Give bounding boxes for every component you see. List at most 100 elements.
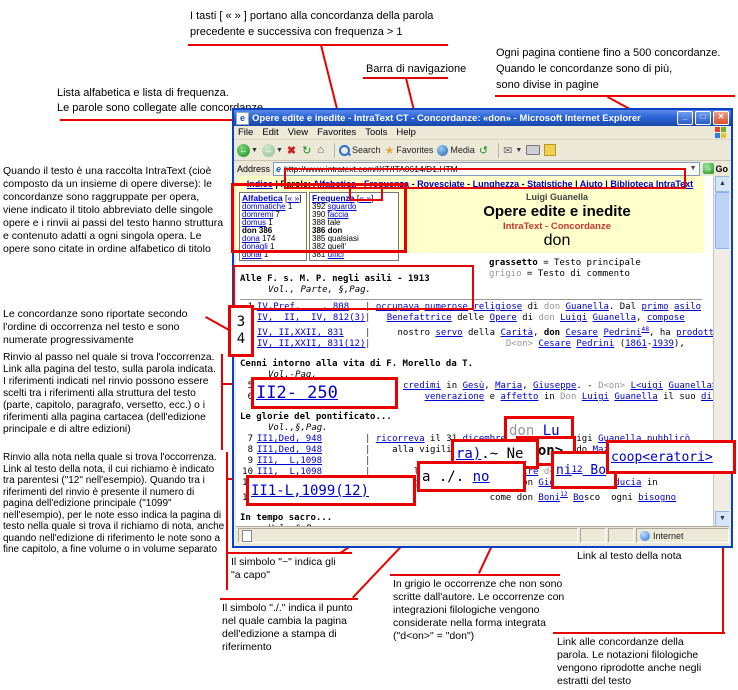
text-run: di	[522, 302, 544, 312]
vertical-scrollbar[interactable]: ▲ ▼	[713, 176, 729, 527]
search-button[interactable]: Search	[339, 145, 381, 156]
scrollbar-thumb[interactable]	[715, 192, 729, 249]
text-link[interactable]: ricorreva	[376, 434, 425, 444]
annotation-line	[220, 598, 358, 600]
text-run: ,	[522, 381, 533, 391]
minimize-button[interactable]: _	[677, 111, 693, 125]
context-text: nostro servo della Carità, don Cesare Pe…	[376, 328, 720, 338]
text-link[interactable]: Boni	[538, 493, 560, 503]
passage-reference-link[interactable]: II1,Ded, 948	[257, 445, 365, 456]
text-link[interactable]: 1939	[652, 339, 674, 349]
close-button[interactable]: ✕	[713, 111, 729, 125]
menu-edit[interactable]: Edit	[262, 127, 278, 138]
concordance-subtitle: IntraText - Concordanze	[412, 221, 702, 232]
text-link[interactable]: Opere	[490, 313, 517, 323]
text-run: D<on>	[598, 381, 625, 391]
text-link[interactable]: religiose	[473, 302, 522, 312]
separator: |	[365, 313, 376, 323]
text-link[interactable]: venerazione	[425, 392, 485, 402]
address-dropdown-icon[interactable]: ▼	[690, 165, 697, 172]
text-run: ,	[533, 328, 544, 338]
scroll-down-icon[interactable]: ▼	[715, 511, 729, 527]
text-run	[376, 339, 506, 349]
passage-reference-link[interactable]: IV, II, IV, 812(3)	[257, 313, 365, 324]
text-run: il suo	[658, 392, 701, 402]
text-link[interactable]: 12	[560, 491, 568, 498]
passage-reference-link[interactable]: IV, II,XXII, 831	[257, 328, 365, 339]
text-run: delle	[452, 313, 490, 323]
menu-view[interactable]: View	[288, 127, 308, 138]
text-link[interactable]: Cesare	[566, 328, 599, 338]
menu-tools[interactable]: Tools	[365, 127, 387, 138]
context-text: Benefattrice delle Opere di don Luigi Gu…	[376, 313, 685, 323]
toolbar-separator	[334, 143, 335, 158]
print-button[interactable]	[526, 145, 540, 155]
refresh-button[interactable]: ↻	[302, 144, 313, 157]
forward-icon: →	[262, 144, 275, 157]
scroll-up-icon[interactable]: ▲	[715, 176, 729, 192]
maximize-button[interactable]: □	[695, 111, 711, 125]
home-icon: ⌂	[317, 144, 324, 156]
text-link[interactable]: Guanella	[593, 313, 636, 323]
text-link[interactable]: Maria	[495, 381, 522, 391]
search-icon	[339, 145, 350, 156]
text-link[interactable]: Gesù	[463, 381, 485, 391]
text-link[interactable]: Pedrini	[576, 339, 614, 349]
magnified-passage-reference[interactable]: II2- 250	[251, 377, 398, 409]
mail-button[interactable]: ✉▼	[503, 144, 522, 157]
text-link[interactable]: Pedrini	[603, 328, 641, 338]
text-link[interactable]: Benefattrice	[387, 313, 452, 323]
text-run: ogni	[611, 493, 638, 503]
text-link[interactable]: compose	[647, 313, 685, 323]
text-link[interactable]: Bo	[583, 463, 606, 478]
text-link[interactable]: 48	[641, 326, 649, 333]
forward-button[interactable]: →▼	[262, 144, 283, 157]
text-link[interactable]: bisogno	[638, 493, 676, 503]
text-link[interactable]: Guanella>	[669, 381, 718, 391]
history-button[interactable]: ↺	[479, 144, 490, 157]
text-link[interactable]: Luigi	[560, 313, 587, 323]
favorites-button[interactable]: ★Favorites	[385, 144, 434, 157]
passage-reference-link[interactable]: II1, L,1098	[257, 456, 365, 467]
text-link[interactable]: 1861	[625, 339, 647, 349]
annotation-line	[221, 354, 223, 450]
callout-note: Rinvio alla nota nella quale si trova l'…	[3, 452, 225, 556]
text-link[interactable]: 12	[572, 465, 583, 475]
mail-icon: ✉	[503, 144, 512, 157]
text-link[interactable]: servo	[435, 328, 462, 338]
passage-reference-link[interactable]: II1,Ded, 948	[257, 434, 365, 445]
menu-file[interactable]: File	[238, 127, 253, 138]
stop-button[interactable]: ✖	[287, 144, 298, 157]
text-link[interactable]: affetto	[501, 392, 539, 402]
text-run: a	[422, 469, 439, 485]
text-link[interactable]: ra)	[456, 446, 481, 462]
media-button[interactable]: Media	[437, 145, 475, 156]
window-title: Opere edite e inedite - IntraText CT - C…	[252, 113, 675, 124]
text-run: (	[614, 339, 625, 349]
text-link[interactable]: Bo	[573, 493, 584, 503]
text-link[interactable]: asilo	[674, 302, 701, 312]
text-link[interactable]: primo	[641, 302, 668, 312]
text-link[interactable]: Carità	[500, 328, 533, 338]
text-link[interactable]: Guanella	[614, 392, 657, 402]
text-link[interactable]: ni	[556, 463, 572, 478]
magnified-note-reference[interactable]: II1-L,1099(12)	[246, 475, 416, 506]
text-link[interactable]: Cesare	[538, 339, 571, 349]
address-label: Address	[237, 164, 270, 174]
go-button[interactable]: → Go	[703, 163, 729, 174]
back-button[interactable]: ←▼	[237, 144, 258, 157]
text-link[interactable]: credimi	[403, 381, 441, 391]
menu-favorites[interactable]: Favorites	[317, 127, 356, 138]
text-link[interactable]: Giuseppe	[533, 381, 576, 391]
text-link[interactable]: Luigi	[582, 392, 609, 402]
home-button[interactable]: ⌂	[317, 144, 326, 156]
passage-reference-link[interactable]: IV, II,XXII, 831(12)	[257, 339, 365, 350]
text-link[interactable]: no	[473, 469, 490, 485]
magnified-word-link[interactable]: coop<eratori>	[606, 440, 736, 474]
text-link[interactable]: Guanella	[566, 302, 609, 312]
menu-help[interactable]: Help	[396, 127, 416, 138]
messenger-button[interactable]	[544, 144, 556, 156]
text-link[interactable]: L<uigi	[631, 381, 664, 391]
document-icon	[242, 530, 252, 542]
title-bar[interactable]: e Opere edite e inedite - IntraText CT -…	[234, 110, 731, 126]
